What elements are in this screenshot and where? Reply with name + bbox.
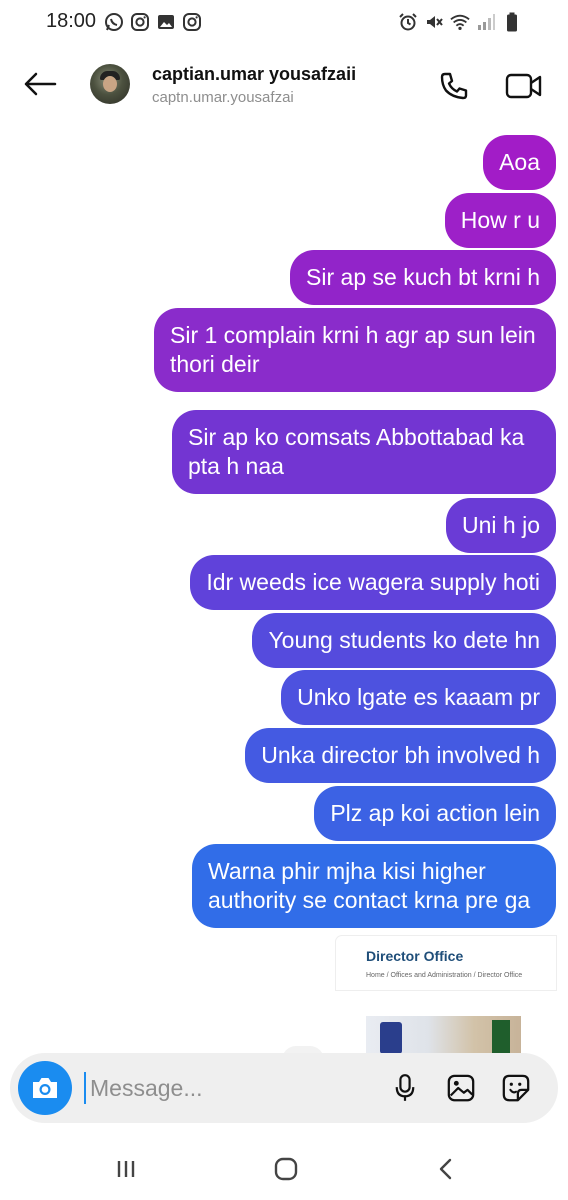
wifi-icon [450,12,470,32]
message-bubble[interactable]: Unko lgate es kaaam pr [281,670,556,725]
card-title: Director Office [366,948,464,964]
contact-name[interactable]: captian.umar yousafzaii [152,64,356,85]
instagram-icon [182,12,202,32]
nav-back-button[interactable] [426,1152,466,1186]
battery-icon [502,12,522,32]
whatsapp-icon [104,12,124,32]
card-breadcrumb: Home / Offices and Administration / Dire… [366,972,523,979]
microphone-icon [395,1074,415,1101]
message-bubble[interactable]: Sir 1 complain krni h agr ap sun lein th… [154,308,556,392]
sticker-icon [502,1074,530,1102]
avatar[interactable] [90,64,130,104]
camera-button[interactable] [18,1061,72,1115]
message-bubble[interactable]: Unka director bh involved h [245,728,556,783]
message-composer [10,1053,558,1123]
status-time: 18:00 [46,10,97,32]
status-bar: 18:00 [0,0,568,44]
video-camera-icon [505,73,542,99]
message-bubble[interactable]: Sir ap se kuch bt krni h [290,250,556,305]
text-cursor [84,1072,86,1104]
message-bubble[interactable]: How r u [444,193,556,248]
phone-icon [440,72,468,100]
recent-apps-button[interactable] [106,1152,146,1186]
home-button[interactable] [266,1152,306,1186]
shared-image[interactable] [366,1016,521,1054]
gallery-button[interactable] [444,1071,478,1105]
video-call-button[interactable] [504,68,544,104]
message-bubble[interactable]: Warna phir mjha kisi higher authority se… [192,844,556,928]
message-input[interactable] [90,1069,370,1107]
back-button[interactable] [20,64,60,104]
gallery-icon [156,12,176,32]
message-bubble[interactable]: Idr weeds ice wagera supply hoti [190,555,556,610]
home-icon [274,1157,298,1181]
signal-icon [476,12,496,32]
system-nav-bar [0,1138,568,1200]
alarm-icon [398,12,418,32]
back-arrow-icon [24,72,57,96]
mute-icon [424,12,444,32]
status-left-icons [104,12,202,32]
message-bubble[interactable]: Aoa [483,135,556,190]
instagram-icon [130,12,150,32]
recent-apps-icon [117,1161,135,1177]
chat-header: captian.umar yousafzaii captn.umar.yousa… [0,50,568,120]
message-bubble[interactable]: Uni h jo [446,498,556,553]
message-bubble[interactable]: Sir ap ko comsats Abbottabad ka pta h na… [172,410,556,494]
camera-icon [33,1078,57,1098]
status-right-icons [398,12,522,32]
call-button[interactable] [436,68,472,104]
back-icon [439,1158,452,1180]
message-bubble[interactable]: Plz ap koi action lein [314,786,556,841]
microphone-button[interactable] [390,1071,420,1105]
contact-username: captn.umar.yousafzai [152,89,294,106]
message-bubble[interactable]: Young students ko dete hn [252,613,556,668]
shared-link-card[interactable]: Director Office Home / Offices and Admin… [336,936,556,990]
sticker-button[interactable] [499,1071,533,1105]
gallery-icon [447,1074,475,1102]
